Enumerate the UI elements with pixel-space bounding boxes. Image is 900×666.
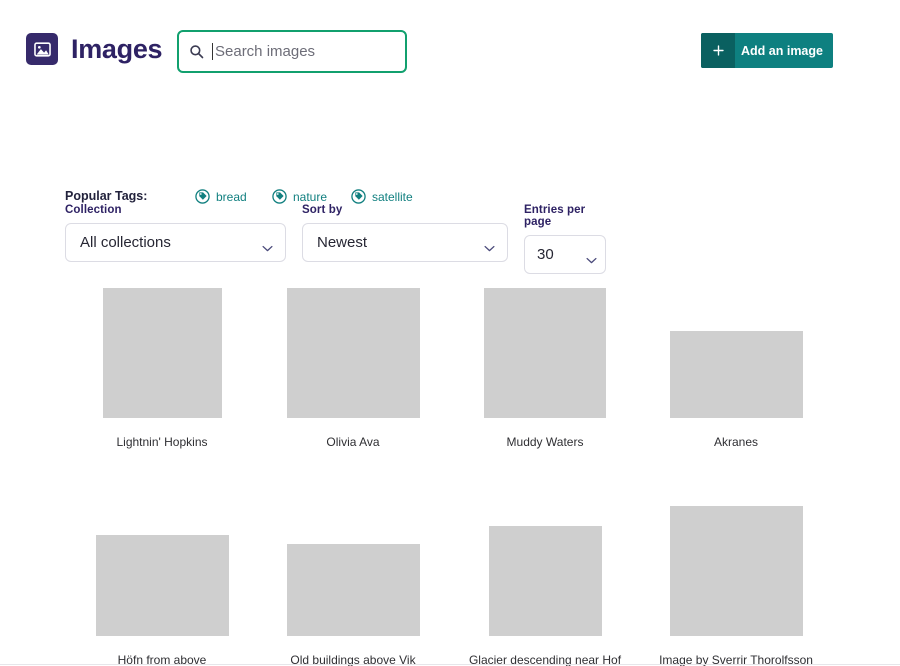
thumbnail-image[interactable]	[484, 288, 606, 418]
popular-tags-label: Popular Tags:	[65, 189, 148, 203]
gallery-item[interactable]: Glacier descending near Hof	[449, 501, 641, 666]
sort-by-field: Sort by Newest	[302, 204, 508, 262]
thumbnail-image[interactable]	[488, 526, 602, 636]
text-caret	[212, 43, 213, 60]
image-caption: Akranes	[713, 435, 759, 449]
sort-by-label: Sort by	[302, 204, 343, 216]
chevron-down-icon	[586, 251, 597, 264]
thumbnail-image[interactable]	[669, 506, 803, 636]
thumbnail-frame[interactable]	[449, 501, 641, 636]
collection-label: Collection	[65, 204, 122, 216]
tag-icon	[351, 189, 366, 204]
thumbnail-frame[interactable]	[257, 501, 449, 636]
entries-per-page-value: 30	[537, 246, 554, 263]
thumbnail-image[interactable]	[286, 544, 420, 636]
tag-label: satellite	[372, 189, 413, 204]
thumbnail-frame[interactable]	[66, 283, 258, 418]
image-icon	[26, 33, 58, 65]
page-title: Images	[71, 33, 163, 64]
footer-divider	[0, 664, 900, 665]
gallery-item[interactable]: Muddy Waters	[449, 283, 641, 449]
chevron-down-icon	[262, 239, 273, 252]
thumbnail-frame[interactable]	[640, 501, 832, 636]
entries-per-page-label: Entries per page	[524, 204, 586, 228]
tag-label: nature	[293, 189, 328, 204]
chevron-down-icon	[484, 239, 495, 252]
search-icon	[189, 44, 204, 59]
thumbnail-frame[interactable]	[640, 283, 832, 418]
search-input[interactable]: Search images	[177, 30, 407, 73]
image-caption: Lightnin' Hopkins	[116, 435, 208, 449]
gallery-item[interactable]: Old buildings above Vik	[257, 501, 449, 666]
gallery-item[interactable]: Lightnin' Hopkins	[66, 283, 258, 449]
image-caption: Muddy Waters	[506, 435, 584, 449]
popular-tags: Popular Tags: bread nature satellite	[65, 189, 413, 204]
image-caption: Olivia Ava	[326, 435, 380, 449]
tag-bread[interactable]: bread	[195, 189, 247, 204]
thumbnail-frame[interactable]	[66, 501, 258, 636]
collection-select[interactable]: All collections	[65, 223, 286, 262]
filter-bar: Collection All collections Sort by Newes…	[0, 100, 900, 274]
add-an-image-button[interactable]: Add an image	[701, 33, 833, 68]
page-header: Images Search images Add an image	[0, 0, 900, 100]
thumbnail-frame[interactable]	[257, 283, 449, 418]
sort-by-select[interactable]: Newest	[302, 223, 508, 262]
thumbnail-image[interactable]	[95, 535, 229, 636]
thumbnail-frame[interactable]	[449, 283, 641, 418]
thumbnail-image[interactable]	[669, 331, 803, 418]
plus-icon	[701, 33, 735, 68]
gallery-item[interactable]: Olivia Ava	[257, 283, 449, 449]
gallery-item[interactable]: Akranes	[640, 283, 832, 449]
tag-icon	[195, 189, 210, 204]
collection-value: All collections	[80, 234, 171, 251]
sort-by-value: Newest	[317, 234, 368, 251]
thumbnail-image[interactable]	[102, 288, 222, 418]
tag-icon	[272, 189, 287, 204]
brand: Images	[26, 33, 163, 65]
entries-per-page-select[interactable]: 30	[524, 235, 606, 274]
gallery-item[interactable]: Höfn from above	[66, 501, 258, 666]
entries-per-page-field: Entries per page 30	[524, 204, 606, 274]
tag-label: bread	[216, 189, 247, 204]
add-an-image-label: Add an image	[741, 43, 823, 58]
search-placeholder: Search images	[215, 43, 316, 60]
tag-satellite[interactable]: satellite	[351, 189, 413, 204]
images-page: Images Search images Add an image Collec…	[0, 0, 900, 666]
tag-nature[interactable]: nature	[272, 189, 327, 204]
thumbnail-image[interactable]	[286, 288, 420, 418]
gallery-item[interactable]: Image by Sverrir Thorolfsson	[640, 501, 832, 666]
collection-field: Collection All collections	[65, 204, 286, 262]
